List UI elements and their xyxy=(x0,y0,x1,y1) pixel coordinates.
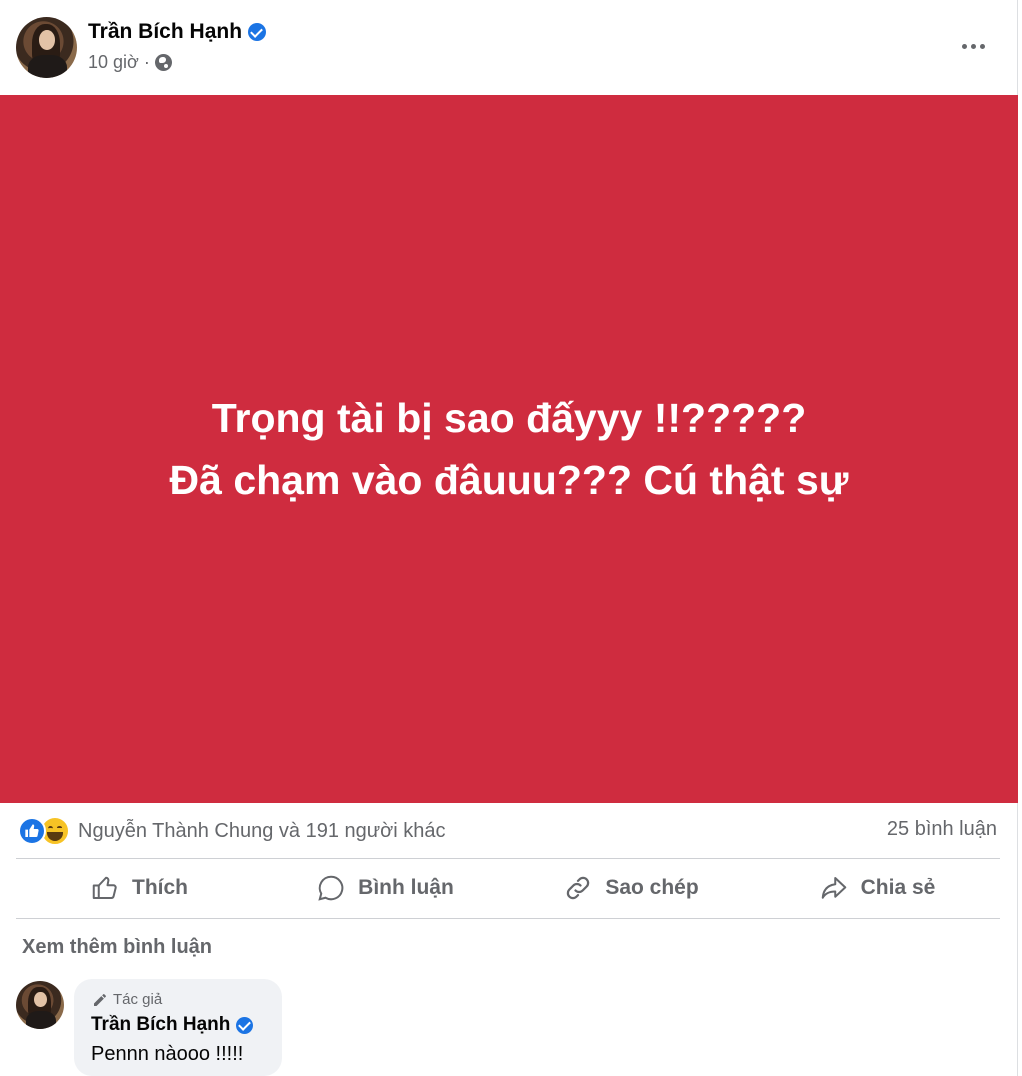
globe-icon[interactable] xyxy=(154,54,172,71)
thumbs-up-icon xyxy=(92,876,117,899)
more-options-button[interactable] xyxy=(952,28,994,64)
copy-label: Sao chép xyxy=(605,876,699,899)
comment-author-name-text[interactable]: Trần Bích Hạnh xyxy=(91,1014,230,1036)
author-badge-label: Tác giả xyxy=(113,991,163,1008)
share-button[interactable]: Chia sẻ xyxy=(754,862,1000,914)
comment-text: Pennn nàooo !!!!! xyxy=(91,1043,244,1065)
pencil-icon xyxy=(94,993,106,1006)
author-avatar[interactable] xyxy=(16,17,77,78)
like-button[interactable]: Thích xyxy=(16,862,262,914)
reactions-text[interactable]: Nguyễn Thành Chung và 191 người khác xyxy=(78,820,446,843)
share-label: Chia sẻ xyxy=(860,876,936,899)
comment-bubble-icon xyxy=(318,875,344,901)
comment-bubble: Tác giả Trần Bích Hạnh Pennn nàooo !!!!! xyxy=(74,979,282,1076)
copy-button[interactable]: Sao chép xyxy=(508,862,754,914)
comment-author-name[interactable]: Trần Bích Hạnh xyxy=(91,1014,254,1036)
post-card: Trần Bích Hạnh 10 giờ · Trọng tài bị sao… xyxy=(0,0,1018,1076)
meta-separator: · xyxy=(143,52,150,72)
reaction-summary[interactable]: Nguyễn Thành Chung và 191 người khác xyxy=(18,815,446,847)
action-bar: Thích Bình luận Sao chép Chia sẻ xyxy=(16,862,1000,914)
comment-label: Bình luận xyxy=(358,876,454,899)
author-name-text[interactable]: Trần Bích Hạnh xyxy=(88,20,242,44)
divider-top xyxy=(16,858,1000,859)
post-meta: 10 giờ · xyxy=(88,52,172,73)
verified-badge-icon xyxy=(248,23,267,41)
comment-count[interactable]: 25 bình luận xyxy=(887,818,997,841)
divider-bottom xyxy=(16,918,1000,919)
share-arrow-icon xyxy=(821,877,846,899)
view-more-comments-link[interactable]: Xem thêm bình luận xyxy=(22,936,212,959)
comment-button[interactable]: Bình luận xyxy=(262,862,508,914)
post-time[interactable]: 10 giờ xyxy=(88,52,139,73)
author-name[interactable]: Trần Bích Hạnh xyxy=(88,20,267,44)
like-reaction-icon xyxy=(18,817,46,845)
verified-badge-icon xyxy=(236,1016,254,1034)
comment-author-avatar[interactable] xyxy=(16,981,64,1029)
post-text-background: Trọng tài bị sao đấyyy !!????? Đã chạm v… xyxy=(0,95,1018,803)
more-horizontal-icon xyxy=(961,43,967,49)
post-text-line-2: Đã chạm vào đâuuu??? Cú thật sự xyxy=(169,457,849,503)
link-icon xyxy=(567,876,590,900)
post-text-line-1: Trọng tài bị sao đấyyy !!????? xyxy=(211,395,807,441)
like-label: Thích xyxy=(132,876,188,899)
author-badge: Tác giả xyxy=(92,991,162,1008)
